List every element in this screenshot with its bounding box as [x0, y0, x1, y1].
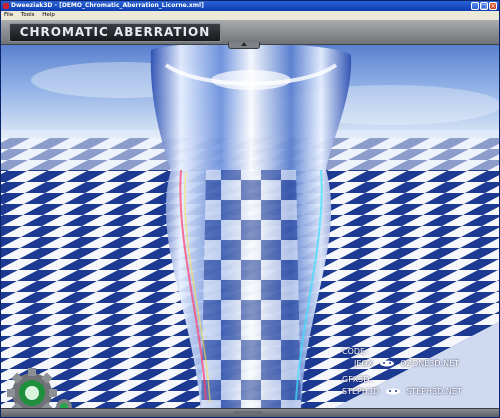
app-icon — [3, 3, 9, 9]
mascot-icon — [385, 388, 400, 395]
menu-item-tools[interactable]: Tools — [18, 11, 38, 20]
chevron-up-icon — [241, 42, 247, 46]
gfx-author: STEPH3D — [342, 387, 380, 396]
menu-item-file[interactable]: File — [1, 11, 16, 20]
panel-grip[interactable] — [233, 411, 263, 415]
close-button[interactable]: × — [489, 2, 497, 10]
render-viewport[interactable]: CHROMATIC ABERRATION CODE: JEGX OZONE3D.… — [1, 20, 499, 417]
collapse-panel-button[interactable] — [228, 42, 260, 49]
code-label: CODE: — [342, 347, 368, 356]
maximize-button[interactable]: □ — [480, 2, 488, 10]
credits-panel: CODE: JEGX OZONE3D.NET GFX3D: STEPH3D ST… — [342, 347, 462, 399]
menu-item-help[interactable]: Help — [39, 11, 58, 20]
gfx-site: STEPH3D.NET — [406, 387, 462, 396]
window-title: Dweeziak3D - [DEMO_Chromatic_Aberration_… — [11, 2, 204, 9]
mascot-icon — [379, 360, 394, 367]
menu-bar: File Tools Help — [1, 11, 499, 20]
code-author: JEGX — [354, 359, 374, 368]
gfx-label: GFX3D: — [342, 375, 373, 384]
demo-title: CHROMATIC ABERRATION — [9, 23, 221, 42]
title-bar[interactable]: Dweeziak3D - [DEMO_Chromatic_Aberration_… — [1, 1, 499, 11]
bottom-panel-bar — [1, 408, 499, 417]
minimize-button[interactable]: _ — [471, 2, 479, 10]
code-site: OZONE3D.NET — [400, 359, 460, 368]
app-window: Dweeziak3D - [DEMO_Chromatic_Aberration_… — [0, 0, 500, 418]
